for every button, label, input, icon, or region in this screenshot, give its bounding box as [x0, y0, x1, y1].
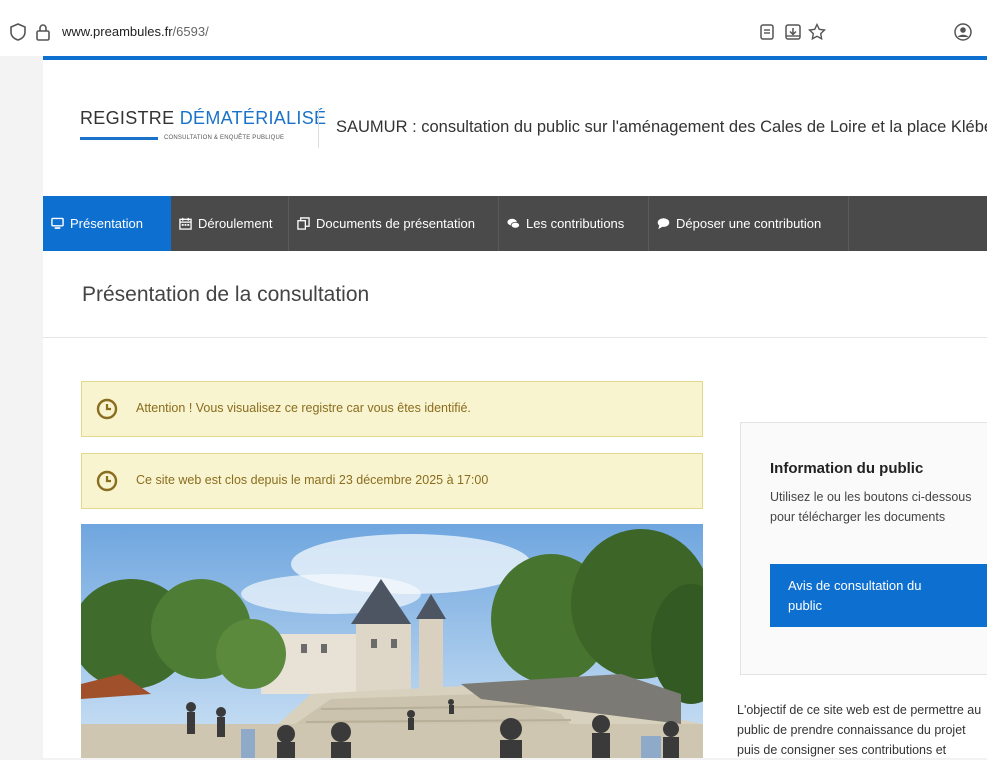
logo-underline: [80, 137, 158, 140]
alert-identified: Attention ! Vous visualisez ce registre …: [81, 381, 703, 437]
site-logo[interactable]: REGISTRE DÉMATÉRIALISÉ CONSULTATION & EN…: [80, 108, 326, 158]
public-info-box: Information du public Utilisez le ou les…: [740, 422, 987, 675]
save-to-pocket-icon[interactable]: [783, 22, 803, 42]
calendar-icon: [179, 217, 192, 230]
url-domain: www.preambules.fr: [62, 24, 173, 39]
page-container: REGISTRE DÉMATÉRIALISÉ CONSULTATION & EN…: [43, 56, 987, 758]
page-title: Présentation de la consultation: [82, 283, 370, 306]
nav-label: Les contributions: [526, 216, 625, 231]
download-notice-button[interactable]: Avis de consultation du public: [770, 564, 987, 627]
nav-label: Présentation: [70, 216, 143, 231]
nav-label: Documents de présentation: [316, 216, 475, 231]
nav-presentation[interactable]: Présentation: [43, 196, 171, 251]
logo-tagline: CONSULTATION & ENQUÊTE PUBLIQUE: [164, 135, 285, 141]
clock-icon: [96, 470, 118, 492]
alert-text: Attention ! Vous visualisez ce registre …: [136, 401, 471, 415]
comments-icon: [507, 218, 520, 229]
project-illustration: [81, 524, 703, 758]
monitor-icon: [51, 217, 64, 229]
url-path: /6593/: [172, 24, 209, 39]
reader-view-icon[interactable]: [757, 22, 777, 42]
bookmark-star-icon[interactable]: [807, 22, 827, 42]
alert-closed: Ce site web est clos depuis le mardi 23 …: [81, 453, 703, 509]
documents-icon: [297, 217, 310, 230]
nav-deroulement[interactable]: Déroulement: [171, 196, 289, 251]
nav-label: Déposer une contribution: [676, 216, 822, 231]
site-objective-text: L'objectif de ce site web est de permett…: [737, 703, 982, 757]
address-bar[interactable]: www.preambules.fr/6593/: [0, 18, 987, 46]
url-text[interactable]: www.preambules.fr/6593/: [62, 22, 209, 42]
site-title: SAUMUR : consultation du public sur l'am…: [336, 118, 987, 136]
info-title: Information du public: [770, 460, 924, 477]
nav-label: Déroulement: [198, 216, 273, 231]
logo-word-registre: REGISTRE: [80, 108, 175, 128]
alert-text: Ce site web est clos depuis le mardi 23 …: [136, 473, 489, 487]
logo-wordmark: REGISTRE DÉMATÉRIALISÉ: [80, 108, 326, 129]
shield-icon[interactable]: [8, 22, 28, 42]
info-description: Utilisez le ou les boutons ci-dessous po…: [770, 490, 972, 524]
logo-word-dematerialise: DÉMATÉRIALISÉ: [179, 108, 327, 128]
nav-contributions[interactable]: Les contributions: [499, 196, 649, 251]
top-accent-bar: [43, 56, 987, 60]
header-divider: [318, 108, 319, 148]
main-nav: Présentation Déroulement Documents de pr…: [43, 196, 987, 251]
account-icon[interactable]: [953, 22, 973, 42]
lock-icon[interactable]: [33, 22, 53, 42]
browser-toolbar: www.preambules.fr/6593/: [0, 0, 987, 56]
nav-deposer-contribution[interactable]: Déposer une contribution: [649, 196, 849, 251]
comment-icon: [657, 218, 670, 230]
clock-icon: [96, 398, 118, 420]
nav-documents[interactable]: Documents de présentation: [289, 196, 499, 251]
title-divider: [43, 337, 987, 338]
